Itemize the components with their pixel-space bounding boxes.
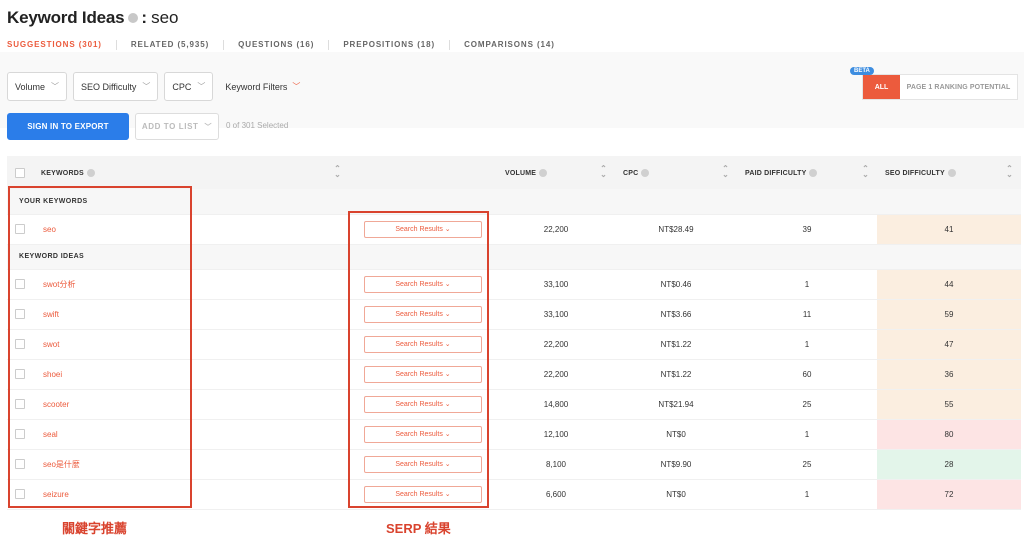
tab-prepositions[interactable]: PREPOSITIONS (18): [328, 40, 449, 50]
volume-cell: 6,600: [497, 479, 615, 510]
volume-filter[interactable]: Volume ﹀: [7, 72, 68, 101]
cpc-header-label: CPC: [623, 169, 639, 177]
cpc-cell: NT$3.66: [615, 299, 737, 330]
paid-difficulty-cell: 1: [737, 479, 877, 510]
help-icon[interactable]: [539, 168, 548, 177]
paid-difficulty-cell: 25: [737, 449, 877, 480]
volume-cell: 12,100: [497, 419, 615, 450]
cpc-cell: NT$1.22: [615, 359, 737, 390]
seo-difficulty-cell: 36: [877, 359, 1021, 390]
filter-bar: Volume ﹀ SEO Difficulty ﹀ CPC ﹀ Keyword Fil…: [7, 72, 300, 101]
seo-difficulty-cell: 80: [877, 419, 1021, 450]
help-icon[interactable]: [641, 168, 650, 177]
ranking-toggle: ALL PAGE 1 RANKING POTENTIAL: [862, 74, 1018, 100]
keyword-highlight-box: [8, 186, 192, 508]
paid-difficulty-cell: 1: [737, 329, 877, 360]
chevron-down-icon: ﹀: [204, 123, 213, 131]
tab-questions[interactable]: QUESTIONS (16): [223, 40, 328, 50]
tab-suggestions[interactable]: SUGGESTIONS (301): [7, 40, 116, 50]
seo-difficulty-column-header[interactable]: SEO DIFFICULTY ⌃ ⌄: [877, 156, 1021, 189]
volume-header-label: VOLUME: [505, 169, 537, 177]
serp-highlight-box: [348, 211, 489, 508]
cpc-filter[interactable]: CPC ﹀: [164, 72, 214, 101]
seo-difficulty-header-label: SEO DIFFICULTY: [885, 169, 945, 177]
volume-cell: 22,200: [497, 329, 615, 360]
cpc-cell: NT$28.49: [615, 214, 737, 245]
chevron-down-icon: ﹀: [142, 82, 151, 91]
keyword-annotation: 關鍵字推薦: [62, 521, 128, 536]
keywords-column-header[interactable]: KEYWORDS ⌃ ⌄: [33, 156, 349, 189]
search-query: seo: [151, 8, 179, 27]
paid-difficulty-cell: 1: [737, 419, 877, 450]
cpc-cell: NT$21.94: [615, 389, 737, 420]
paid-difficulty-cell: 60: [737, 359, 877, 390]
paid-difficulty-header-label: PAID DIFFICULTY: [745, 169, 807, 177]
seo-difficulty-filter-label: SEO Difficulty: [81, 81, 137, 92]
sign-in-export-button[interactable]: SIGN IN TO EXPORT: [7, 113, 129, 140]
cpc-column-header[interactable]: CPC ⌃ ⌄: [615, 156, 737, 189]
seo-difficulty-cell: 72: [877, 479, 1021, 510]
beta-badge: BETA: [850, 67, 874, 75]
chevron-down-icon: ﹀: [197, 82, 206, 91]
serp-column-header: [349, 156, 497, 189]
keywords-header-label: KEYWORDS: [41, 169, 84, 177]
seo-difficulty-cell: 41: [877, 214, 1021, 245]
sort-icon[interactable]: ⌃ ⌄: [1006, 165, 1013, 179]
cpc-filter-label: CPC: [172, 81, 192, 92]
volume-cell: 14,800: [497, 389, 615, 420]
paid-difficulty-cell: 11: [737, 299, 877, 330]
paid-difficulty-cell: 1: [737, 269, 877, 300]
seo-difficulty-cell: 55: [877, 389, 1021, 420]
seo-difficulty-cell: 28: [877, 449, 1021, 480]
chevron-down-icon: ﹀: [51, 82, 60, 91]
page-header: Keyword Ideas : seo: [7, 6, 178, 30]
info-icon[interactable]: [128, 13, 139, 23]
seo-difficulty-cell: 47: [877, 329, 1021, 360]
help-icon[interactable]: [86, 168, 95, 177]
volume-cell: 22,200: [497, 359, 615, 390]
volume-cell: 22,200: [497, 214, 615, 245]
paid-difficulty-cell: 25: [737, 389, 877, 420]
tab-comparisons[interactable]: COMPARISONS (14): [449, 40, 569, 50]
volume-cell: 33,100: [497, 299, 615, 330]
toggle-page1-ranking[interactable]: PAGE 1 RANKING POTENTIAL: [900, 75, 1017, 99]
volume-filter-label: Volume: [15, 81, 46, 92]
seo-difficulty-cell: 59: [877, 299, 1021, 330]
selected-count: 0 of 301 Selected: [226, 121, 289, 130]
table-header-row: KEYWORDS ⌃ ⌄ VOLUME ⌃ ⌄ CPC ⌃ ⌄ PAID DIFFICULT…: [7, 156, 1021, 189]
title-separator: :: [141, 8, 148, 27]
cpc-cell: NT$0: [615, 419, 737, 450]
tab-bar: SUGGESTIONS (301) RELATED (5,935) QUESTI…: [7, 39, 569, 51]
select-all-checkbox[interactable]: [15, 167, 25, 178]
cpc-cell: NT$0: [615, 479, 737, 510]
help-icon[interactable]: [947, 168, 956, 177]
page-title: Keyword Ideas: [7, 8, 125, 27]
keyword-filters[interactable]: Keyword Filters ﹀: [219, 72, 300, 101]
cpc-cell: NT$9.90: [615, 449, 737, 480]
paid-difficulty-column-header[interactable]: PAID DIFFICULTY ⌃ ⌄: [737, 156, 877, 189]
sort-icon[interactable]: ⌃ ⌄: [600, 165, 607, 179]
sort-icon[interactable]: ⌃ ⌄: [722, 165, 729, 179]
sort-icon[interactable]: ⌃ ⌄: [862, 165, 869, 179]
paid-difficulty-cell: 39: [737, 214, 877, 245]
seo-difficulty-filter[interactable]: SEO Difficulty ﹀: [73, 72, 159, 101]
volume-column-header[interactable]: VOLUME ⌃ ⌄: [497, 156, 615, 189]
add-to-list-button[interactable]: ADD TO LIST ﹀: [135, 113, 219, 140]
tab-related[interactable]: RELATED (5,935): [115, 40, 223, 50]
volume-cell: 33,100: [497, 269, 615, 300]
sort-icon[interactable]: ⌃ ⌄: [334, 165, 341, 179]
toggle-all[interactable]: ALL: [863, 75, 900, 99]
volume-cell: 8,100: [497, 449, 615, 480]
add-to-list-label: ADD TO LIST: [141, 122, 199, 131]
serp-annotation: SERP 結果: [386, 521, 451, 536]
seo-difficulty-cell: 44: [877, 269, 1021, 300]
help-icon[interactable]: [809, 168, 818, 177]
cpc-cell: NT$0.46: [615, 269, 737, 300]
chevron-down-icon: ﹀: [292, 82, 301, 91]
keyword-filters-label: Keyword Filters: [225, 81, 288, 92]
cpc-cell: NT$1.22: [615, 329, 737, 360]
select-all-header: [7, 156, 33, 189]
